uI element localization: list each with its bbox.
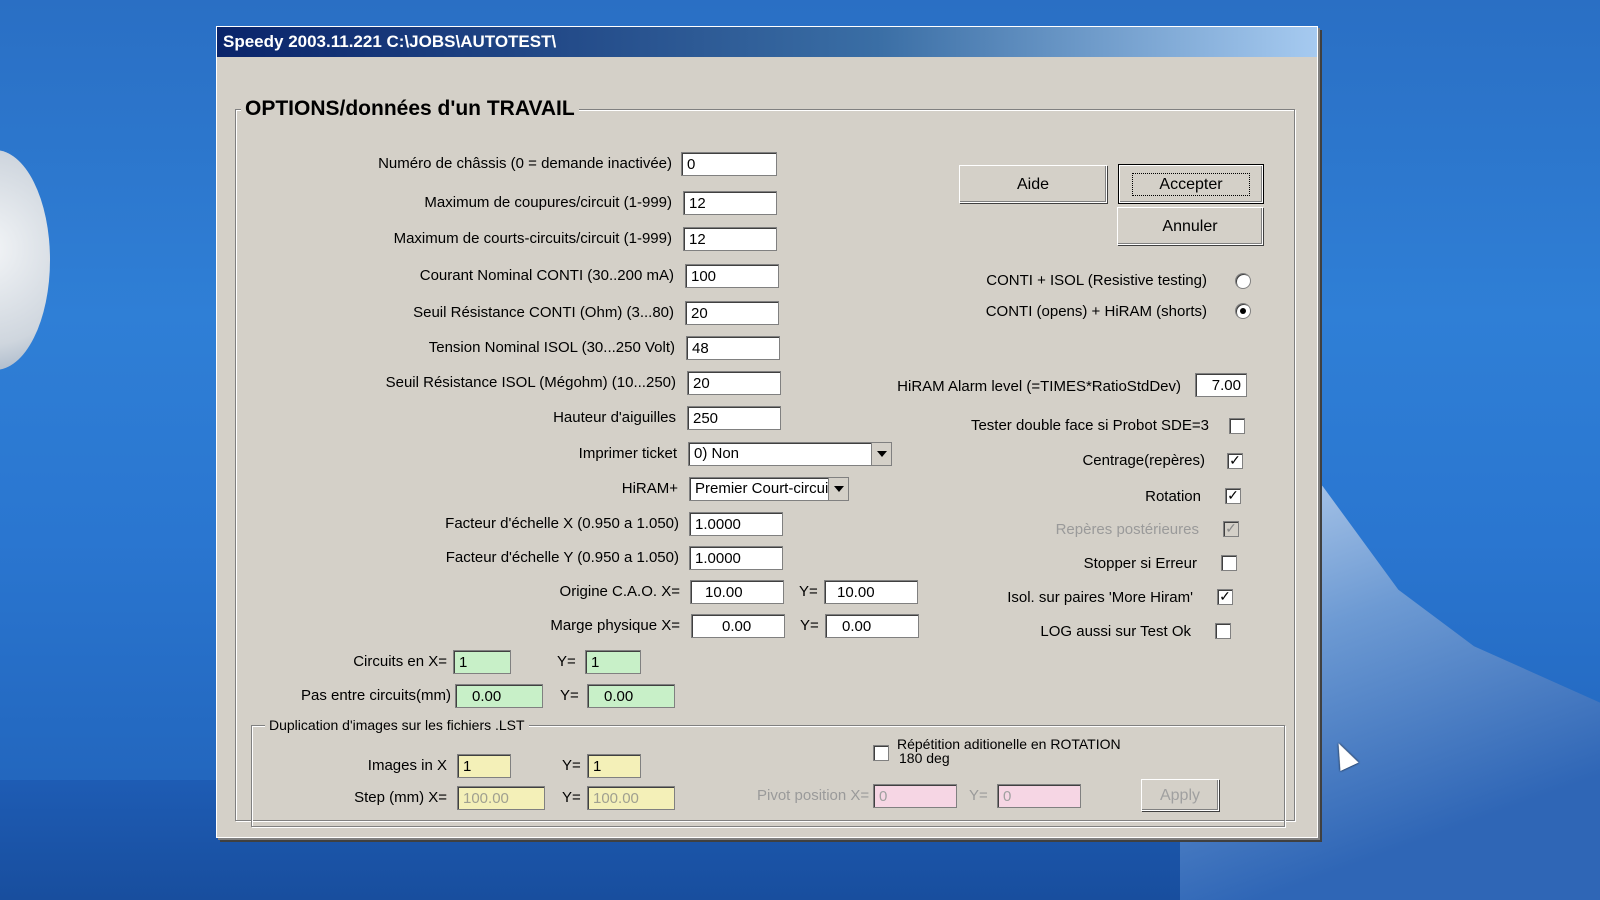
circuits-y-label: Y= — [557, 653, 576, 670]
pas-x-field[interactable]: 0.00 — [455, 684, 543, 708]
ticket-select[interactable]: 0) Non — [688, 442, 892, 466]
max-courts-label: Maximum de courts-circuits/circuit (1-99… — [393, 230, 672, 247]
images-y-field[interactable]: 1 — [587, 754, 641, 778]
ticket-label: Imprimer ticket — [578, 445, 677, 462]
max-coupures-field[interactable]: 12 — [683, 191, 777, 215]
circuits-x-field[interactable]: 1 — [453, 650, 511, 674]
pivot-y-label: Y= — [969, 787, 988, 804]
reperes-post-label: Repères postérieures — [1055, 521, 1199, 538]
chevron-down-icon[interactable] — [871, 443, 891, 465]
duplication-group-title: Duplication d'images sur les fichiers .L… — [265, 717, 529, 733]
courant-conti-label: Courant Nominal CONTI (30..200 mA) — [419, 267, 674, 284]
accepter-label: Accepter — [1132, 173, 1250, 196]
isol-paires-label: Isol. sur paires 'More Hiram' — [1007, 589, 1193, 606]
reperes-post-checkbox[interactable]: ✓ — [1223, 521, 1239, 537]
mode-conti-hiram-radio[interactable] — [1235, 303, 1251, 319]
duplication-group — [251, 725, 1285, 827]
repetition-label: Répétition aditionelle en ROTATION 180 d… — [897, 737, 1121, 765]
accepter-button[interactable]: Accepter — [1118, 164, 1264, 204]
images-y-label: Y= — [562, 757, 581, 774]
step-y-label: Y= — [562, 789, 581, 806]
pivot-x-field[interactable]: 0 — [873, 784, 957, 808]
mode-conti-hiram-label: CONTI (opens) + HiRAM (shorts) — [985, 303, 1207, 320]
marge-label: Marge physique X= — [550, 617, 680, 634]
step-label: Step (mm) X= — [354, 789, 447, 806]
origine-x-field[interactable]: 10.00 — [690, 580, 784, 604]
centrage-label: Centrage(repères) — [1082, 452, 1205, 469]
mode-conti-isol-label: CONTI + ISOL (Resistive testing) — [986, 272, 1207, 289]
hiram-alarm-label: HiRAM Alarm level (=TIMES*RatioStdDev) — [897, 378, 1181, 395]
facteur-y-label: Facteur d'échelle Y (0.950 a 1.050) — [445, 549, 679, 566]
step-y-field[interactable]: 100.00 — [587, 786, 675, 810]
hiram-plus-select-value: Premier Court-circui — [695, 480, 829, 497]
pivot-y-field[interactable]: 0 — [997, 784, 1081, 808]
stopper-checkbox[interactable] — [1221, 555, 1237, 571]
ticket-select-value: 0) Non — [694, 445, 740, 462]
max-courts-field[interactable]: 12 — [683, 227, 777, 251]
repetition-checkbox[interactable] — [873, 745, 889, 761]
pas-label: Pas entre circuits(mm) — [300, 687, 451, 704]
main-group-title: OPTIONS/données d'un TRAVAIL — [241, 97, 579, 121]
courant-conti-field[interactable]: 100 — [685, 264, 779, 288]
chassis-field[interactable]: 0 — [681, 152, 777, 176]
pas-y-label: Y= — [560, 687, 579, 704]
seuil-isol-label: Seuil Résistance ISOL (Mégohm) (10...250… — [385, 374, 676, 391]
seuil-conti-field[interactable]: 20 — [685, 301, 779, 325]
options-dialog: Speedy 2003.11.221 C:\JOBS\AUTOTEST\ OPT… — [216, 26, 1318, 838]
double-face-checkbox[interactable] — [1229, 418, 1245, 434]
apply-button[interactable]: Apply — [1141, 779, 1219, 811]
facteur-x-field[interactable]: 1.0000 — [689, 512, 783, 536]
tension-isol-field[interactable]: 48 — [686, 336, 780, 360]
facteur-x-label: Facteur d'échelle X (0.950 a 1.050) — [445, 515, 679, 532]
log-ok-label: LOG aussi sur Test Ok — [1040, 623, 1191, 640]
aide-button[interactable]: Aide — [959, 165, 1107, 203]
chassis-label: Numéro de châssis (0 = demande inactivée… — [378, 155, 672, 172]
pivot-label: Pivot position X= — [757, 787, 870, 804]
isol-paires-checkbox[interactable]: ✓ — [1217, 589, 1233, 605]
double-face-label: Tester double face si Probot SDE=3 — [970, 417, 1209, 434]
circuits-label: Circuits en X= — [353, 653, 447, 670]
images-x-field[interactable]: 1 — [457, 754, 511, 778]
circuits-y-field[interactable]: 1 — [585, 650, 641, 674]
hiram-alarm-field[interactable]: 7.00 — [1195, 373, 1247, 397]
rotation-checkbox[interactable]: ✓ — [1225, 488, 1241, 504]
mode-conti-isol-radio[interactable] — [1235, 273, 1251, 289]
images-label: Images in X — [367, 757, 447, 774]
window-title[interactable]: Speedy 2003.11.221 C:\JOBS\AUTOTEST\ — [217, 27, 1317, 57]
hauteur-label: Hauteur d'aiguilles — [553, 409, 676, 426]
dialog-client: OPTIONS/données d'un TRAVAIL Numéro de c… — [217, 57, 1317, 837]
step-x-field[interactable]: 100.00 — [457, 786, 545, 810]
pas-y-field[interactable]: 0.00 — [587, 684, 675, 708]
rotation-label: Rotation — [1145, 488, 1201, 505]
stopper-label: Stopper si Erreur — [1083, 555, 1197, 572]
tension-isol-label: Tension Nominal ISOL (30...250 Volt) — [428, 339, 675, 356]
chevron-down-icon[interactable] — [828, 478, 848, 500]
origine-y-field[interactable]: 10.00 — [824, 580, 918, 604]
facteur-y-field[interactable]: 1.0000 — [689, 546, 783, 570]
marge-x-field[interactable]: 0.00 — [691, 614, 785, 638]
hauteur-field[interactable]: 250 — [687, 406, 781, 430]
desktop-moon — [0, 150, 50, 370]
seuil-conti-label: Seuil Résistance CONTI (Ohm) (3...80) — [413, 304, 674, 321]
max-coupures-label: Maximum de coupures/circuit (1-999) — [424, 194, 672, 211]
log-ok-checkbox[interactable] — [1215, 623, 1231, 639]
seuil-isol-field[interactable]: 20 — [687, 371, 781, 395]
hiram-plus-label: HiRAM+ — [621, 480, 678, 497]
centrage-checkbox[interactable]: ✓ — [1227, 453, 1243, 469]
annuler-button[interactable]: Annuler — [1117, 207, 1263, 245]
hiram-plus-select[interactable]: Premier Court-circui — [689, 477, 849, 501]
repetition-label-line1: Répétition aditionelle en ROTATION — [897, 736, 1121, 752]
repetition-label-line2: 180 deg — [899, 750, 950, 766]
marge-y-field[interactable]: 0.00 — [825, 614, 919, 638]
marge-y-label: Y= — [800, 617, 819, 634]
origine-label: Origine C.A.O. X= — [559, 583, 680, 600]
origine-y-label: Y= — [799, 583, 818, 600]
